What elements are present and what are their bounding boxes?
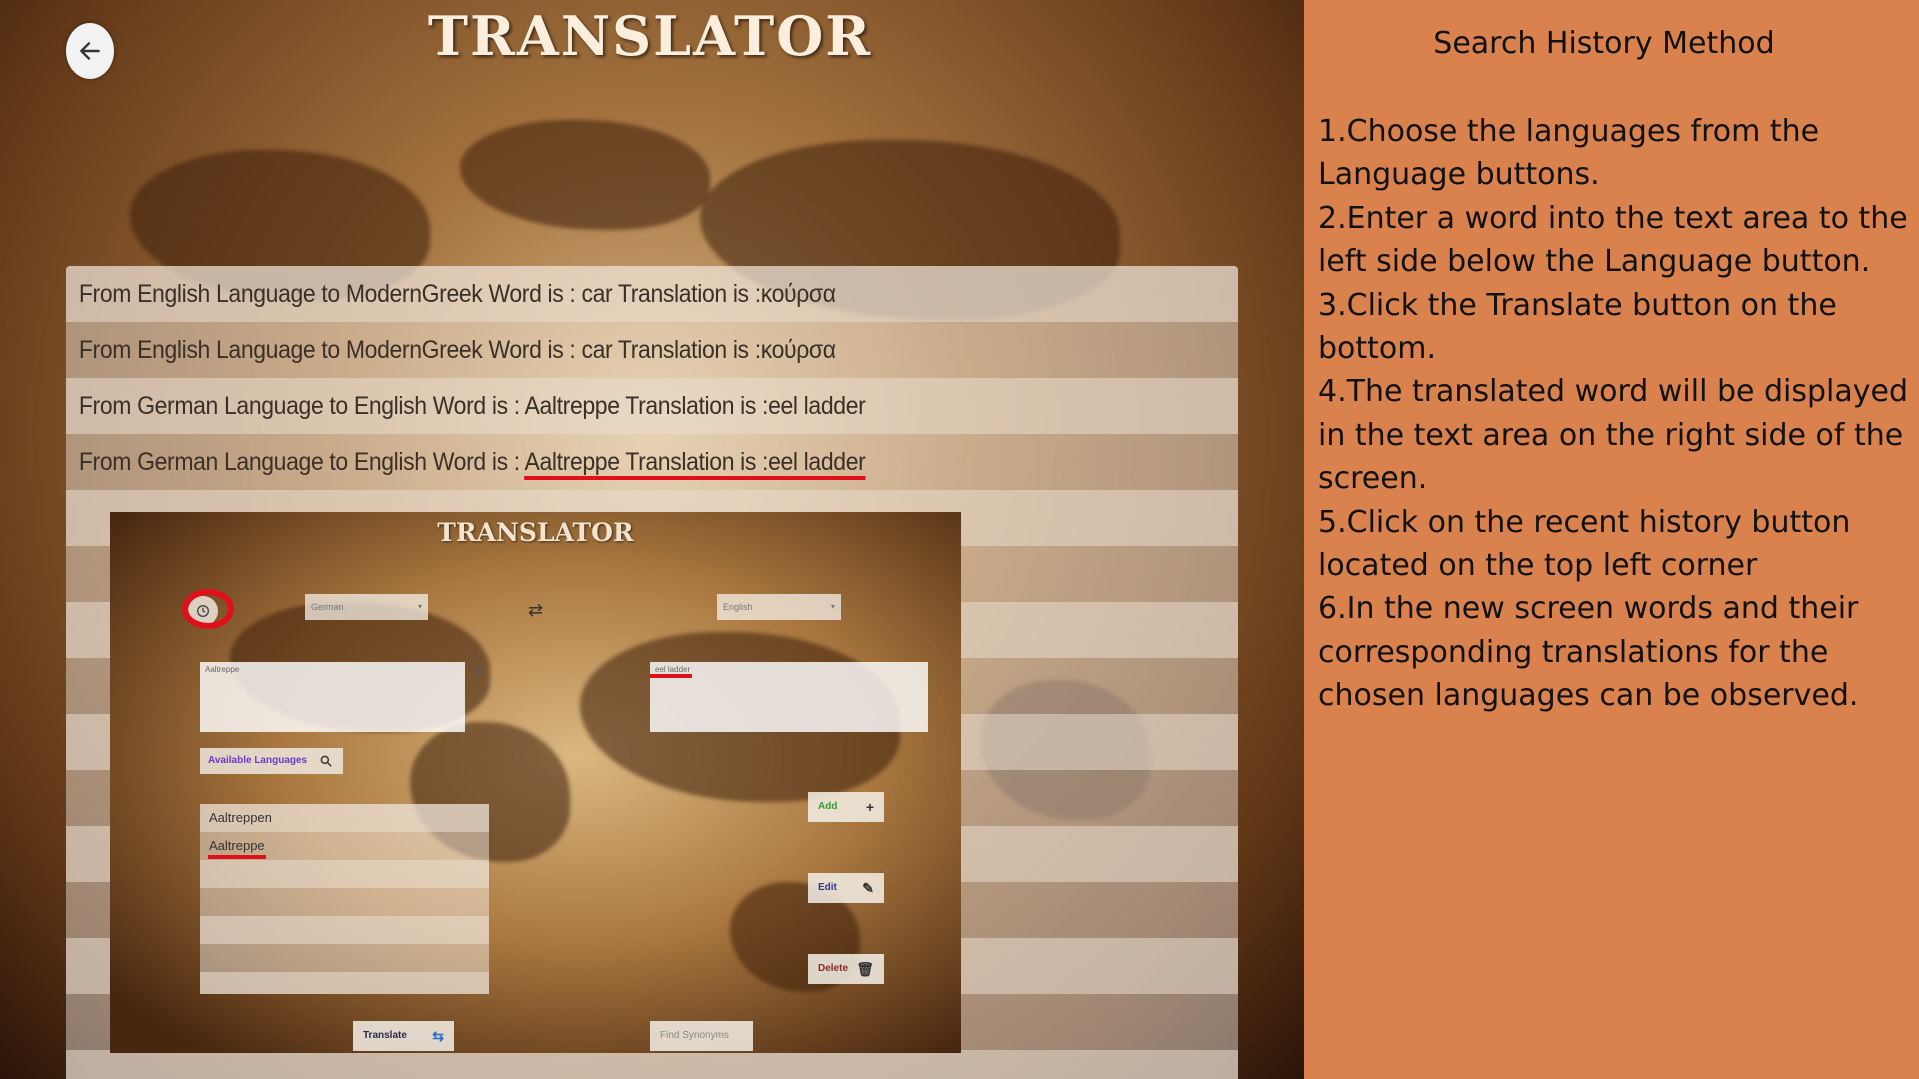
step-item: 6.In the new screen words and their corr… [1318,591,1859,714]
step-item: 1.Choose the languages from the Language… [1318,114,1820,193]
available-languages-label: Available Languages [208,755,308,766]
word-list: Aaltreppen Aaltreppe [200,804,489,994]
edit-button[interactable]: Edit ✎ [808,873,884,903]
red-underline [208,855,266,859]
list-item[interactable]: Aaltreppen [200,804,489,832]
red-underline [650,674,692,678]
source-language-value: German [311,602,344,612]
history-item[interactable]: From German Language to English Word is … [66,434,1144,490]
input-text: Aaltreppe [205,665,240,674]
target-language-select[interactable]: English ▾ [717,594,841,620]
step-item: 3.Click the Translate button on the bott… [1318,287,1837,367]
plus-icon: + [865,799,874,815]
panel-title: Search History Method [1433,26,1775,61]
step-item: 2.Enter a word into the text area to the… [1318,200,1908,280]
history-item[interactable]: From German Language to English Word is … [66,378,1144,434]
instructions-panel: Search History Method 1.Choose the langu… [1304,0,1919,1079]
back-button[interactable] [66,23,114,79]
delete-label: Delete [818,963,849,974]
edit-label: Edit [818,882,837,893]
target-language-value: English [723,602,753,612]
source-language-select[interactable]: German ▾ [305,594,428,620]
history-item-highlight: Aaltreppe Translation is :eel ladder [524,448,866,476]
output-text: eel ladder [655,665,691,674]
history-item-prefix: From German Language to English Word is … [78,448,525,476]
translate-label: Translate [363,1030,407,1041]
search-icon [320,755,332,767]
trash-icon: 🗑 [856,961,874,977]
translator-screenshot: TRANSLATOR German ▾ ⇄ English ▾ Aaltrepp… [110,512,961,1053]
input-textarea[interactable]: Aaltreppe [200,662,465,732]
add-button[interactable]: Add + [808,792,884,822]
translate-button[interactable]: Translate ⇆ [353,1021,454,1051]
chevron-down-icon: ▾ [830,602,835,611]
highlight-circle [182,589,234,629]
step-item: 4.The translated word will be displayed … [1318,374,1909,497]
find-synonyms-button[interactable]: Find Synonyms [650,1021,753,1051]
map-decoration [460,120,710,230]
available-languages-button[interactable]: Available Languages [200,748,343,774]
chevron-down-icon: ▾ [417,602,422,611]
back-arrow-icon [80,42,100,60]
app-title: TRANSLATOR [427,4,873,68]
steps-list: 1.Choose the languages from the Language… [1318,110,1908,718]
pencil-icon: ✎ [862,880,874,896]
history-item[interactable]: From English Language to ModernGreek Wor… [66,266,1144,322]
find-synonyms-label: Find Synonyms [660,1030,729,1041]
output-textarea: eel ladder [650,662,928,732]
delete-button[interactable]: Delete 🗑 [808,954,884,984]
history-item[interactable]: From English Language to ModernGreek Wor… [66,322,1144,378]
translate-icon: ⇆ [432,1028,444,1044]
translator-app: TRANSLATOR From English Language to Mode… [0,0,1304,1079]
close-icon[interactable]: ✕ [472,662,485,681]
inner-app-title: TRANSLATOR [437,518,634,547]
add-label: Add [818,801,838,812]
swap-icon[interactable]: ⇄ [528,600,543,621]
step-item: 5.Click on the recent history button loc… [1318,504,1851,584]
